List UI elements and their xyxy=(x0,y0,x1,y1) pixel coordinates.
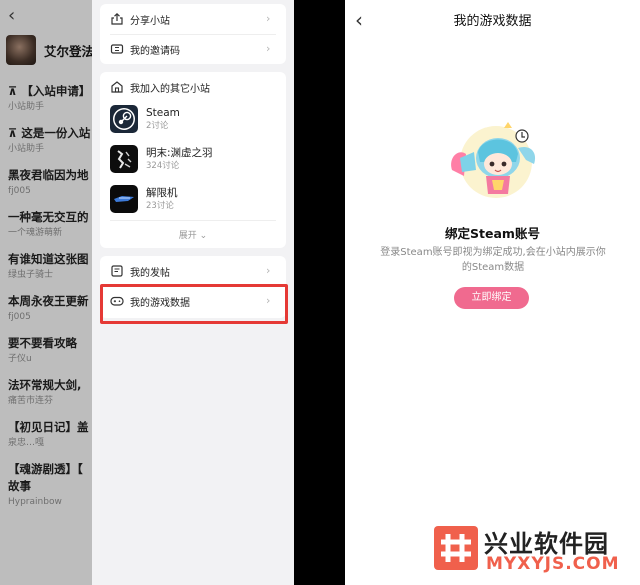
post-list: ⊼ 【入站申请】 小站助手 ⊼ 这是一份入站 小站助手 黑夜君临因为地 fj00… xyxy=(0,80,92,508)
back-icon[interactable]: ‹ xyxy=(8,5,26,27)
pin-icon: ⊼ xyxy=(8,84,22,98)
bind-steam-heading: 绑定Steam账号 xyxy=(445,226,540,241)
chevron-right-icon: › xyxy=(266,12,271,25)
joined-communities-card: 我加入的其它小站 Steam 2讨论 明末:渊虚之羽 324讨论 解限机 23讨… xyxy=(100,72,286,248)
post-item[interactable]: ⊼ 这是一份入站 小站助手 xyxy=(0,122,92,164)
my-posts-label: 我的发帖 xyxy=(130,267,170,279)
community-icon xyxy=(111,81,123,93)
post-edit-icon xyxy=(111,265,123,277)
post-title: 法环常规大剑, xyxy=(8,378,82,392)
post-title: 黑夜君临因为地 xyxy=(8,168,89,182)
chevron-right-icon: › xyxy=(266,264,271,277)
share-community-label: 分享小站 xyxy=(130,15,170,27)
post-author: 小站助手 xyxy=(8,144,45,154)
page-title: 我的游戏数据 xyxy=(453,14,532,29)
community-discussion-count: 324讨论 xyxy=(146,161,180,171)
bind-now-button[interactable]: 立即绑定 xyxy=(454,287,529,309)
mascot-illustration xyxy=(451,122,536,198)
post-author: 子仪u xyxy=(8,354,32,364)
ticket-icon xyxy=(110,44,124,54)
my-posts-item[interactable]: 我的发帖 › xyxy=(100,256,286,286)
post-item[interactable]: 有谁知道这张图 绿虫子骑士 xyxy=(0,248,92,290)
share-community-item[interactable]: 分享小站 › xyxy=(100,4,286,34)
post-item[interactable]: 要不要看攻略 子仪u xyxy=(0,332,92,374)
post-title: 这是一份入站 xyxy=(21,126,91,140)
watermark-en: MYXYJS.COM xyxy=(486,554,620,574)
community-title: 艾尔登法 xyxy=(44,43,92,59)
community-header: 艾尔登法 xyxy=(6,33,92,67)
post-item[interactable]: 一种毫无交互的 一个魂游萌新 xyxy=(0,206,92,248)
expand-label: 展开 xyxy=(178,231,197,241)
community-discussion-count: 23讨论 xyxy=(146,201,174,211)
steam-logo-icon xyxy=(110,105,138,133)
post-author: fj005 xyxy=(8,312,31,322)
community-item-jiexianji[interactable]: 解限机 23讨论 xyxy=(110,182,280,216)
share-card: 分享小站 › 我的邀请码 › xyxy=(100,4,286,64)
post-title-line2: 故事 xyxy=(8,479,31,493)
community-item-steam[interactable]: Steam 2讨论 xyxy=(110,102,280,136)
game-data-page: ‹ 我的游戏数据 绑定Steam账号 登录Steam账号即视为绑定成功,会在小站… xyxy=(345,0,640,585)
post-author: 小站助手 xyxy=(8,102,45,112)
post-title: 要不要看攻略 xyxy=(8,336,77,350)
post-title: 有谁知道这张图 xyxy=(8,252,89,266)
post-title: 【魂游剧透】【 xyxy=(8,462,83,476)
post-item[interactable]: ⊼ 【入站申请】 小站助手 xyxy=(0,80,92,122)
post-item[interactable]: 【初见日记】盖 泉忠…嘎 xyxy=(0,416,92,458)
community-name: 解限机 xyxy=(146,187,178,199)
post-item[interactable]: 【魂游剧透】【 故事 Hyprainbow xyxy=(0,458,92,508)
invite-code-item[interactable]: 我的邀请码 › xyxy=(100,34,286,64)
post-author: 绿虫子骑士 xyxy=(8,270,54,280)
share-icon xyxy=(111,12,123,25)
chevron-right-icon: › xyxy=(266,42,271,55)
post-author: 痛苦市连芬 xyxy=(8,396,54,406)
bind-steam-description: 登录Steam账号即视为绑定成功,会在小站内展示你的Steam数据 xyxy=(380,247,606,273)
watermark-logo-icon xyxy=(434,526,478,570)
expand-button[interactable]: 展开 ⌄ xyxy=(100,228,286,241)
watermark: 兴业软件园 MYXYJS.COM xyxy=(434,524,630,576)
game-logo-blue-icon xyxy=(110,185,138,213)
post-author: 泉忠…嘎 xyxy=(8,438,45,448)
community-discussion-count: 2讨论 xyxy=(146,121,169,131)
post-item[interactable]: 法环常规大剑, 痛苦市连芬 xyxy=(0,374,92,416)
game-logo-dark-icon xyxy=(110,145,138,173)
community-name: Steam xyxy=(146,107,180,119)
post-title: 一种毫无交互的 xyxy=(8,210,89,224)
pin-icon: ⊼ xyxy=(8,126,22,140)
post-author: Hyprainbow xyxy=(8,497,62,507)
invite-code-label: 我的邀请码 xyxy=(130,45,180,57)
post-title: 【初见日记】盖 xyxy=(8,420,89,434)
post-item[interactable]: 黑夜君临因为地 fj005 xyxy=(0,164,92,206)
post-item[interactable]: 本周永夜王更新 fj005 xyxy=(0,290,92,332)
divider xyxy=(110,220,276,221)
community-logo xyxy=(6,35,36,65)
joined-communities-title: 我加入的其它小站 xyxy=(130,83,210,95)
community-name: 明末:渊虚之羽 xyxy=(146,147,213,159)
post-title: 【入站申请】 xyxy=(21,84,91,98)
highlight-box xyxy=(100,284,288,324)
community-item-mingmo[interactable]: 明末:渊虚之羽 324讨论 xyxy=(110,142,280,176)
post-author: 一个魂游萌新 xyxy=(8,228,63,238)
post-author: fj005 xyxy=(8,186,31,196)
joined-communities-header: 我加入的其它小站 xyxy=(110,76,210,98)
chevron-down-icon: ⌄ xyxy=(199,231,208,241)
feed-panel-dimmed: ‹ 艾尔登法 ⊼ 【入站申请】 小站助手 ⊼ 这是一份入站 小站助手 黑夜君临因… xyxy=(0,0,92,585)
post-title: 本周永夜王更新 xyxy=(8,294,89,308)
